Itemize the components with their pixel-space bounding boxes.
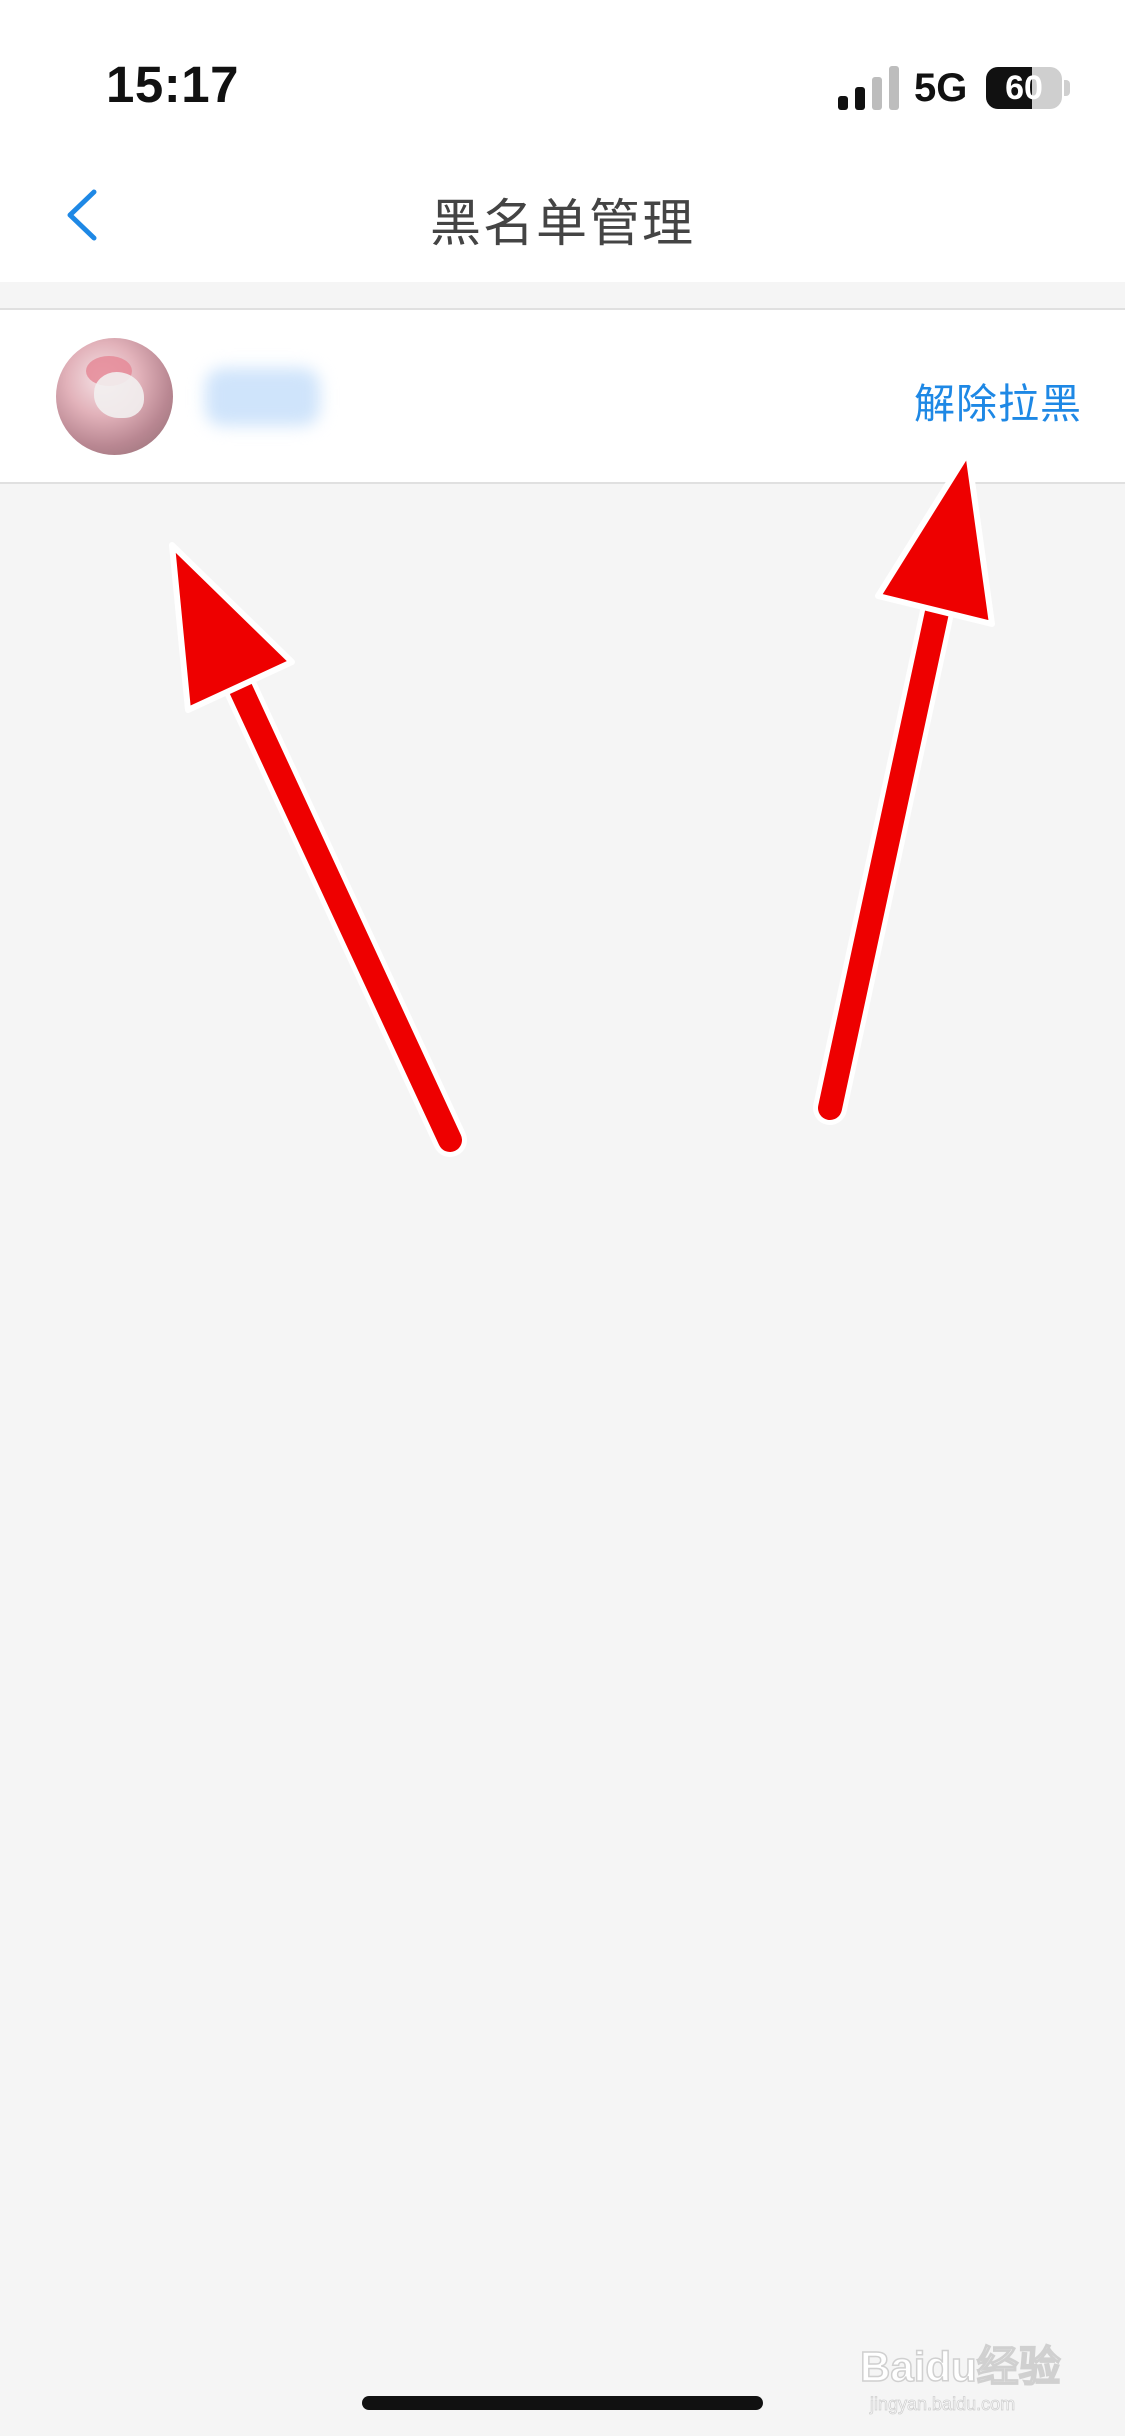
blacklist: 解除拉黑 (0, 308, 1125, 484)
avatar[interactable] (56, 338, 173, 455)
watermark-brand: Baidu经验 (860, 2343, 1061, 2390)
battery-icon: 60 (986, 67, 1070, 109)
status-bar: 15:17 5G 60 (0, 0, 1125, 150)
signal-icon (838, 66, 899, 110)
watermark-domain: jingyan.baidu.com (869, 2394, 1015, 2414)
baidu-watermark: Baidu经验 jingyan.baidu.com (859, 2336, 1080, 2416)
arrow-to-unblock-button (813, 449, 995, 1125)
unblock-button[interactable]: 解除拉黑 (914, 370, 1082, 430)
navigation-bar: 黑名单管理 (0, 150, 1125, 282)
status-time: 15:17 (106, 56, 239, 113)
page-title: 黑名单管理 (429, 195, 695, 252)
battery-level: 60 (1005, 69, 1043, 107)
username (205, 368, 320, 426)
blacklist-item: 解除拉黑 (0, 310, 1125, 482)
arrow-to-avatar (169, 542, 467, 1157)
home-indicator[interactable] (362, 2396, 763, 2410)
network-label: 5G (914, 66, 968, 110)
